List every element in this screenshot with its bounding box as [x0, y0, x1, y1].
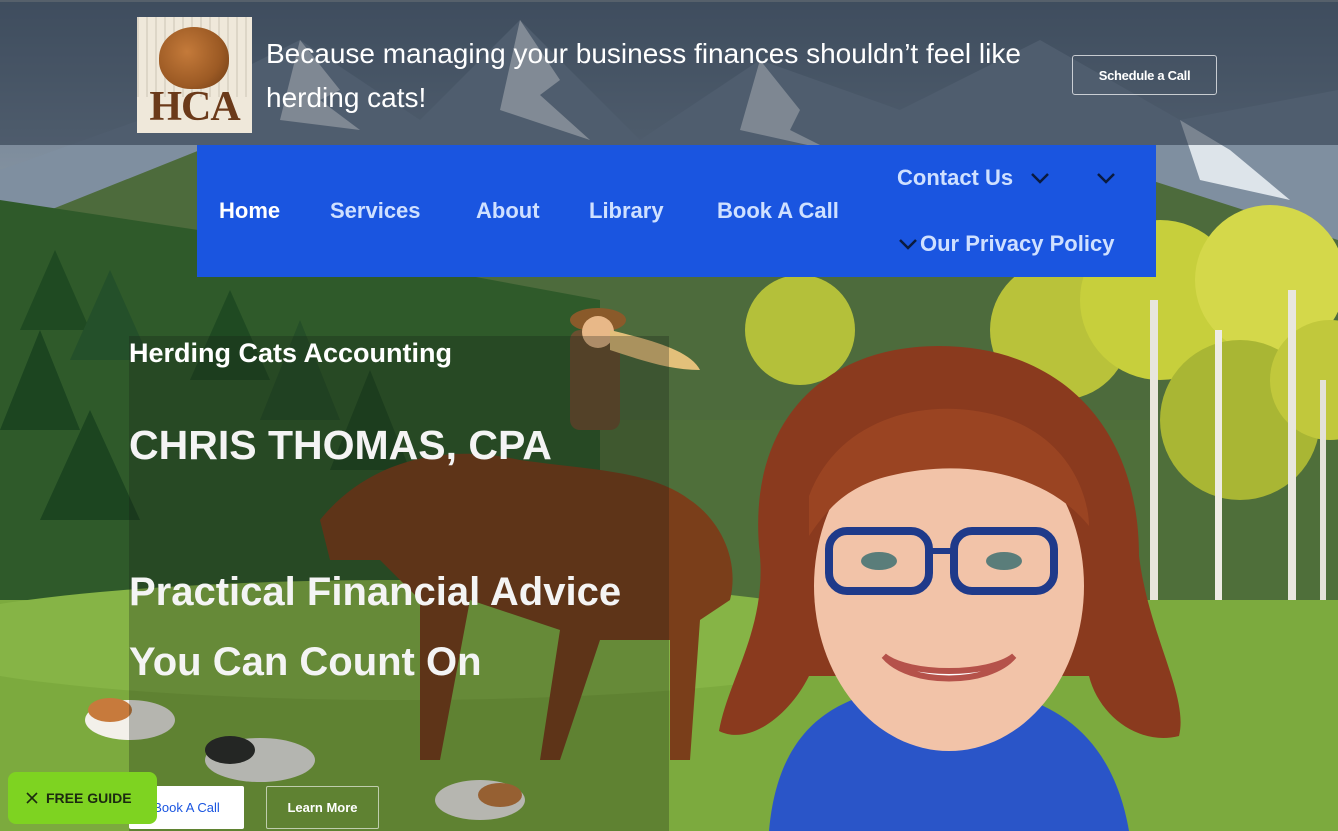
company-name: Herding Cats Accounting — [129, 338, 453, 368]
chevron-down-icon[interactable] — [1096, 168, 1116, 188]
free-guide-button[interactable]: FREE GUIDE — [8, 772, 157, 824]
free-guide-label: FREE GUIDE — [46, 790, 132, 806]
chevron-down-icon[interactable] — [898, 234, 918, 254]
site-tagline: Because managing your business finances … — [266, 38, 1021, 113]
schedule-call-button[interactable]: Schedule a Call — [1072, 55, 1217, 95]
hero-headline: Practical Financial Advice You Can Count… — [129, 557, 621, 697]
portrait-photo — [719, 346, 1181, 831]
cat-icon — [159, 27, 229, 89]
nav-item-about[interactable]: About — [476, 198, 540, 224]
site-header: HCA Because managing your business finan… — [0, 0, 1338, 145]
headline-line-1: Practical Financial Advice — [129, 570, 622, 614]
learn-more-button[interactable]: Learn More — [266, 786, 379, 829]
nav-item-book-a-call[interactable]: Book A Call — [717, 198, 839, 224]
nav-item-contact-us[interactable]: Contact Us — [897, 165, 1013, 191]
nav-item-privacy-policy[interactable]: Our Privacy Policy — [920, 231, 1114, 257]
headline-line-2: You Can Count On — [129, 640, 482, 684]
nav-item-library[interactable]: Library — [589, 198, 664, 224]
close-icon[interactable] — [26, 792, 38, 804]
nav-item-services[interactable]: Services — [330, 198, 421, 224]
logo-text: HCA — [149, 84, 240, 130]
main-nav: Home Services About Library Book A Call … — [197, 145, 1156, 277]
hero-name: CHRIS THOMAS, CPA — [129, 422, 552, 468]
chevron-down-icon[interactable] — [1030, 168, 1050, 188]
nav-item-home[interactable]: Home — [219, 198, 280, 224]
hca-logo[interactable]: HCA — [137, 17, 252, 133]
